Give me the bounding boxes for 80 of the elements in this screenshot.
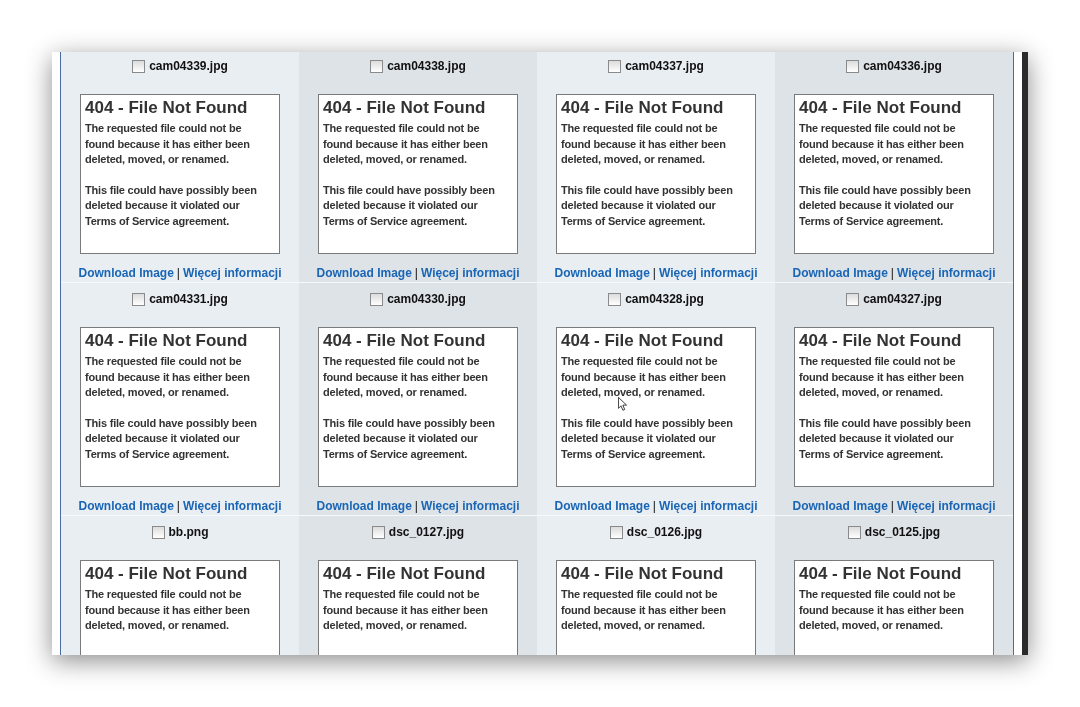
separator: | <box>414 499 418 513</box>
file-name: cam04338.jpg <box>387 59 466 73</box>
file-name: cam04337.jpg <box>625 59 704 73</box>
file-name: cam04328.jpg <box>625 292 704 306</box>
info-link[interactable]: Więcej informacji <box>896 499 996 513</box>
error-message: The requested file could not be found because it has either been deleted, moved, or renamed. <box>85 587 251 633</box>
error-title: 404 - File Not Found <box>561 98 725 118</box>
error-title: 404 - File Not Found <box>323 564 487 584</box>
error-message: This file could have possibly been deleted because it violated our Terms of Service agreement. <box>85 182 258 229</box>
error-message: This file could have possibly been deleted because it violated our Terms of Service agreement. <box>561 182 734 229</box>
file-name: dsc_0127.jpg <box>388 525 465 539</box>
error-title: 404 - File Not Found <box>561 564 725 584</box>
error-message: The requested file could not be found because it has either been deleted, moved, or renamed. <box>799 587 965 633</box>
info-link[interactable]: Więcej informacji <box>182 499 282 513</box>
download-link[interactable]: Download Image <box>78 499 174 513</box>
error-message: The requested file could not be found because it has either been deleted, moved, or renamed. <box>561 354 727 400</box>
error-message: This file could have possibly been deleted because it violated our Terms of Service agreement. <box>799 415 972 462</box>
download-link[interactable]: Download Image <box>792 266 888 280</box>
error-title: 404 - File Not Found <box>799 564 963 584</box>
error-title: 404 - File Not Found <box>85 331 249 351</box>
separator: | <box>652 266 656 280</box>
file-name: cam04336.jpg <box>863 59 942 73</box>
checkbox[interactable] <box>609 525 623 539</box>
error-message: The requested file could not be found because it has either been deleted, moved, or renamed. <box>561 587 727 633</box>
file-name: dsc_0126.jpg <box>626 525 703 539</box>
error-message: The requested file could not be found because it has either been deleted, moved, or renamed. <box>323 121 489 167</box>
error-title: 404 - File Not Found <box>799 331 963 351</box>
separator: | <box>414 266 418 280</box>
error-message: The requested file could not be found because it has either been deleted, moved, or renamed. <box>323 587 489 633</box>
error-message: The requested file could not be found because it has either been deleted, moved, or renamed. <box>799 121 965 167</box>
separator: | <box>890 499 894 513</box>
checkbox[interactable] <box>846 59 860 73</box>
info-link[interactable]: Więcej informacji <box>658 499 758 513</box>
error-title: 404 - File Not Found <box>323 331 487 351</box>
checkbox[interactable] <box>132 292 146 306</box>
error-message: This file could have possibly been deleted because it violated our Terms of Service agreement. <box>799 182 972 229</box>
error-title: 404 - File Not Found <box>85 98 249 118</box>
download-link[interactable]: Download Image <box>78 266 174 280</box>
separator: | <box>652 499 656 513</box>
info-link[interactable]: Więcej informacji <box>420 266 520 280</box>
error-message: The requested file could not be found because it has either been deleted, moved, or renamed. <box>323 354 489 400</box>
file-name: dsc_0125.jpg <box>864 525 941 539</box>
checkbox[interactable] <box>608 292 622 306</box>
checkbox[interactable] <box>151 525 165 539</box>
separator: | <box>176 266 180 280</box>
file-name: bb.png <box>168 525 209 539</box>
checkbox[interactable] <box>370 59 384 73</box>
error-message: This file could have possibly been deleted because it violated our Terms of Service agreement. <box>323 182 496 229</box>
error-message: The requested file could not be found because it has either been deleted, moved, or renamed. <box>799 354 965 400</box>
error-title: 404 - File Not Found <box>323 98 487 118</box>
error-title: 404 - File Not Found <box>561 331 725 351</box>
checkbox[interactable] <box>846 292 860 306</box>
info-link[interactable]: Więcej informacji <box>896 266 996 280</box>
file-name: cam04327.jpg <box>863 292 942 306</box>
error-message: The requested file could not be found because it has either been deleted, moved, or renamed. <box>85 121 251 167</box>
info-link[interactable]: Więcej informacji <box>182 266 282 280</box>
error-message: This file could have possibly been deleted because it violated our Terms of Service agreement. <box>561 415 734 462</box>
download-link[interactable]: Download Image <box>316 499 412 513</box>
file-name: cam04330.jpg <box>387 292 466 306</box>
separator: | <box>890 266 894 280</box>
checkbox[interactable] <box>608 59 622 73</box>
download-link[interactable]: Download Image <box>316 266 412 280</box>
error-message: This file could have possibly been deleted because it violated our Terms of Service agreement. <box>85 415 258 462</box>
download-link[interactable]: Download Image <box>792 499 888 513</box>
download-link[interactable]: Download Image <box>554 499 650 513</box>
info-link[interactable]: Więcej informacji <box>658 266 758 280</box>
error-title: 404 - File Not Found <box>85 564 249 584</box>
checkbox[interactable] <box>370 292 384 306</box>
error-message: The requested file could not be found because it has either been deleted, moved, or renamed. <box>85 354 251 400</box>
checkbox[interactable] <box>132 59 146 73</box>
separator: | <box>176 499 180 513</box>
file-name: cam04339.jpg <box>149 59 228 73</box>
file-name: cam04331.jpg <box>149 292 228 306</box>
checkbox[interactable] <box>371 525 385 539</box>
download-link[interactable]: Download Image <box>554 266 650 280</box>
error-message: This file could have possibly been deleted because it violated our Terms of Service agreement. <box>323 415 496 462</box>
info-link[interactable]: Więcej informacji <box>420 499 520 513</box>
checkbox[interactable] <box>847 525 861 539</box>
error-title: 404 - File Not Found <box>799 98 963 118</box>
error-message: The requested file could not be found because it has either been deleted, moved, or renamed. <box>561 121 727 167</box>
